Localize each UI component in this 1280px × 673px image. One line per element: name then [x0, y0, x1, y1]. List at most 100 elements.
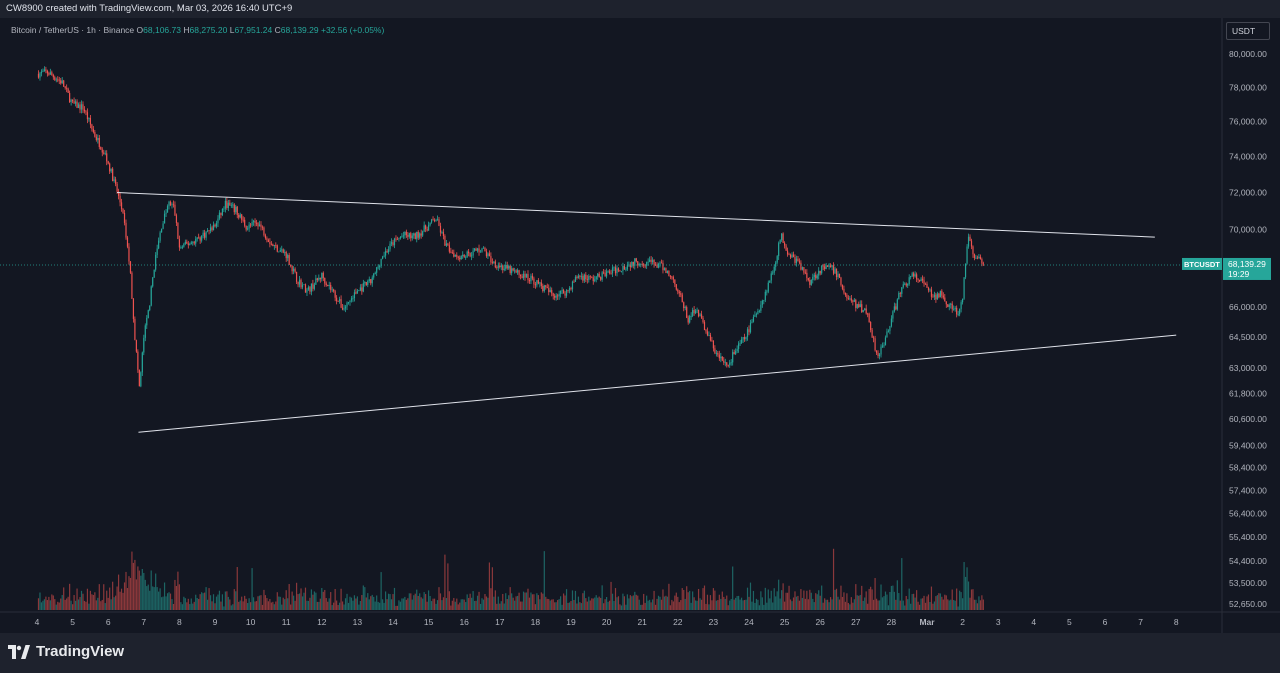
volume-bar	[855, 584, 857, 610]
volume-bar	[828, 602, 830, 610]
volume-bar	[804, 598, 806, 610]
volume-bar	[343, 604, 345, 610]
volume-bar	[153, 587, 155, 610]
candle-body	[266, 238, 268, 241]
candle-body	[392, 242, 394, 246]
y-tick-label: 70,000.00	[1229, 225, 1267, 235]
volume-bar	[591, 598, 593, 610]
brand-name: TradingView	[36, 643, 125, 660]
volume-bar	[224, 591, 226, 610]
brand[interactable]: TradingView	[8, 643, 124, 660]
volume-bar	[144, 579, 146, 610]
volume-bar	[812, 598, 814, 610]
volume-bar	[215, 596, 218, 610]
volume-bar	[471, 597, 473, 610]
candle-body	[134, 318, 136, 341]
candle-body	[482, 247, 485, 249]
candle-body	[907, 283, 909, 286]
volume-bar	[250, 602, 252, 610]
candle-body	[367, 281, 369, 285]
volume-bar	[337, 605, 339, 610]
volume-bar	[758, 605, 760, 610]
candle-body	[740, 339, 743, 343]
candle-body	[953, 308, 955, 310]
volume-bar	[841, 596, 844, 610]
volume-bar	[643, 593, 645, 610]
volume-bar	[594, 597, 596, 610]
volume-bar	[235, 591, 237, 610]
volume-bar	[519, 601, 522, 610]
volume-bar	[493, 596, 495, 610]
candle-body	[948, 304, 950, 307]
volume-bar	[653, 590, 655, 610]
candle-body	[101, 149, 103, 153]
volume-bar	[347, 602, 350, 610]
chart-svg[interactable]: 80,000.00 78,000.00 76,000.00 74,000.00 72,0…	[0, 18, 1280, 633]
volume-bar	[779, 598, 781, 610]
candle-body	[926, 283, 928, 288]
candle-body	[444, 235, 446, 246]
candle-body	[942, 295, 944, 298]
volume-bar	[462, 599, 464, 610]
candle-body	[42, 71, 44, 73]
x-tick-label: 5	[70, 617, 75, 627]
candle-body	[255, 222, 258, 224]
volume-bar	[174, 579, 176, 610]
candle-body	[389, 243, 391, 250]
volume-bar	[358, 604, 360, 610]
x-tick-label: 2	[960, 617, 965, 627]
candle-body	[807, 277, 809, 280]
volume-bar	[425, 594, 427, 610]
volume-bar	[831, 599, 833, 610]
volume-bar	[287, 598, 289, 610]
candle-body	[325, 283, 327, 285]
chart-area[interactable]: 80,000.00 78,000.00 76,000.00 74,000.00 72,0…	[0, 18, 1280, 633]
volume-bar	[408, 593, 410, 610]
candle-body	[512, 268, 514, 271]
volume-bar	[549, 600, 551, 610]
volume-bar	[490, 588, 492, 610]
candle-body	[97, 138, 99, 140]
candle-body	[947, 304, 949, 307]
candle-body	[334, 291, 336, 298]
candle-body	[951, 303, 953, 310]
volume-bar	[881, 597, 884, 610]
candle-body	[223, 208, 225, 210]
currency-selector[interactable]: USDT	[1226, 22, 1270, 40]
volume-bar	[608, 600, 611, 610]
candle-body	[841, 285, 844, 289]
candle-body	[751, 321, 753, 323]
candle-body	[229, 202, 231, 206]
candle-body	[812, 276, 814, 281]
volume-bar	[659, 596, 661, 610]
candle-body	[697, 309, 700, 317]
volume-bar	[103, 584, 105, 610]
volume-bar	[598, 596, 600, 610]
volume-bar	[273, 604, 275, 610]
volume-bar	[52, 595, 54, 610]
candle-body	[76, 101, 78, 108]
candle-body	[402, 235, 404, 237]
candle-body	[254, 220, 256, 223]
volume-bar	[548, 599, 550, 610]
candle-body	[908, 277, 910, 284]
volume-bar	[46, 600, 48, 610]
volume-bar	[149, 590, 151, 610]
volume-bar	[60, 598, 62, 610]
candle-body	[241, 214, 243, 220]
volume-bar	[537, 595, 539, 610]
volume-bar	[411, 599, 413, 610]
candle-body	[310, 283, 313, 292]
candle-body	[158, 240, 160, 249]
volume-bar	[534, 604, 536, 610]
candle-body	[883, 345, 885, 347]
candle-body	[580, 275, 582, 277]
volume-bar	[723, 596, 725, 610]
volume-bar	[699, 598, 701, 610]
volume-bar	[251, 568, 253, 610]
volume-bar	[957, 606, 959, 610]
volume-bar	[696, 600, 698, 610]
volume-bar	[924, 602, 927, 610]
candle-body	[94, 132, 96, 137]
x-tick-label: 14	[388, 617, 398, 627]
